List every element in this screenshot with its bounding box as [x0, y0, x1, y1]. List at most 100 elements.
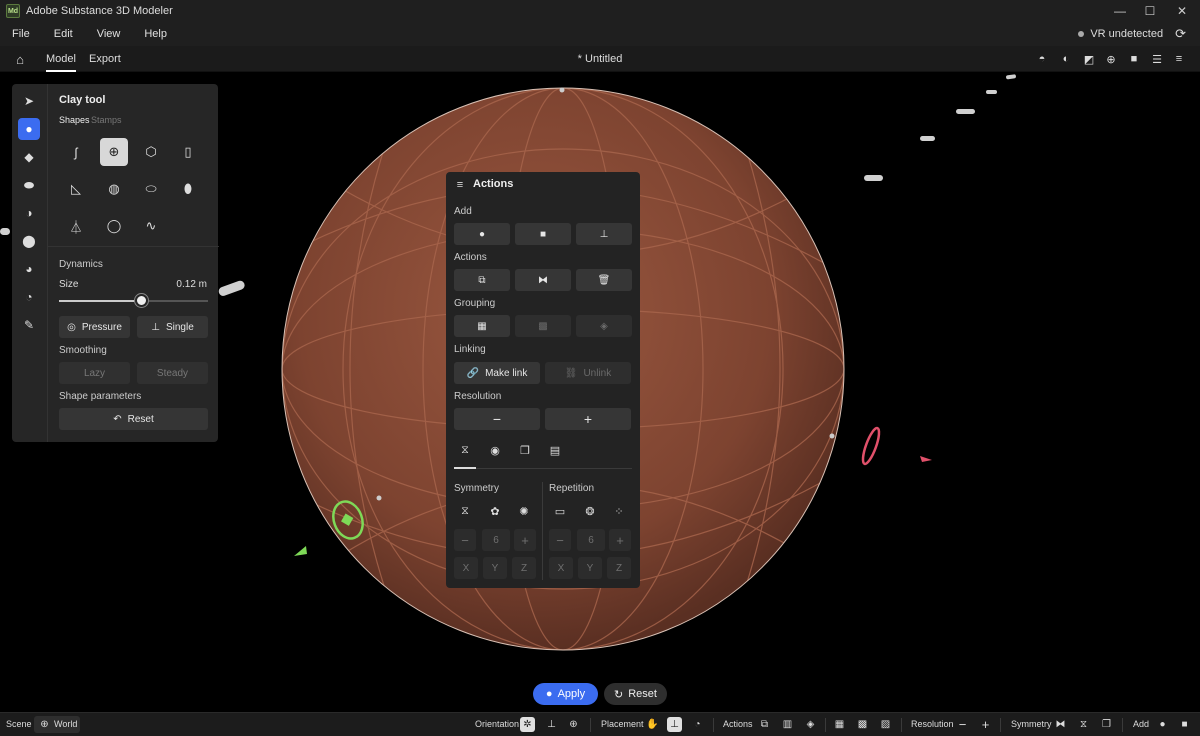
- steady-button[interactable]: Steady: [137, 362, 208, 384]
- duplicate-icon[interactable]: ⧉: [757, 717, 772, 732]
- symmetry-count-decrease[interactable]: −: [454, 529, 476, 551]
- shape-wedge-icon[interactable]: ◺: [62, 175, 90, 203]
- shape-wave-icon[interactable]: ∿: [137, 212, 165, 240]
- visibility-eye-icon[interactable]: ◉: [487, 442, 503, 458]
- resolution-minus-icon[interactable]: −: [955, 717, 970, 732]
- linear-repeat-icon[interactable]: ▭: [552, 503, 568, 519]
- shape-curve-icon[interactable]: ʃ: [62, 138, 90, 166]
- resolution-decrease-button[interactable]: −: [454, 408, 540, 430]
- smooth-tool-icon[interactable]: ⬬: [18, 174, 40, 196]
- paint-tool-icon[interactable]: ✎: [18, 314, 40, 336]
- duplicate-button[interactable]: ⧉: [454, 269, 510, 291]
- refresh-icon[interactable]: ⟳: [1175, 26, 1186, 42]
- shape-blob-icon[interactable]: ◍: [100, 175, 128, 203]
- menu-file[interactable]: File: [12, 28, 30, 40]
- paste-icon[interactable]: ▤: [547, 442, 563, 458]
- crease-tool-icon[interactable]: ◔: [18, 286, 40, 308]
- resolution-increase-button[interactable]: +: [545, 408, 631, 430]
- symmetry-toggle-icon[interactable]: ⧖: [457, 442, 473, 458]
- settings-sliders-icon[interactable]: ≡: [1172, 52, 1186, 66]
- ungroup-button[interactable]: ▩: [515, 315, 571, 337]
- tab-export[interactable]: Export: [89, 46, 121, 72]
- trash-icon[interactable]: ▥: [780, 717, 795, 732]
- layers-icon[interactable]: ◈: [803, 717, 818, 732]
- group-button[interactable]: ▦: [454, 315, 510, 337]
- shape-sphere-icon[interactable]: ⊕: [100, 138, 128, 166]
- scatter-repeat-icon[interactable]: ⁘: [611, 503, 627, 519]
- add-camera-button[interactable]: ■: [515, 223, 571, 245]
- menu-help[interactable]: Help: [144, 28, 167, 40]
- clay-tool-icon[interactable]: ●: [18, 118, 40, 140]
- gizmo-red-handle[interactable]: [860, 426, 932, 466]
- globe-icon[interactable]: ⊕: [1104, 52, 1118, 66]
- subtab-shapes[interactable]: Shapes: [59, 115, 90, 125]
- mirror-symmetry-icon[interactable]: ⧖: [457, 503, 473, 519]
- flatten-icon[interactable]: ▨: [878, 717, 893, 732]
- placement-surface-icon[interactable]: ⊥: [667, 717, 682, 732]
- split-tool-icon[interactable]: ◑: [18, 202, 40, 224]
- mirror-button[interactable]: ⧓: [515, 269, 571, 291]
- spoke-symmetry-icon[interactable]: ✺: [516, 503, 532, 519]
- render-mode-icon[interactable]: ◩: [1082, 52, 1096, 66]
- shape-cylinder-icon[interactable]: ▯: [174, 138, 202, 166]
- environment-icon[interactable]: ◓: [1035, 52, 1049, 66]
- repetition-axis-x[interactable]: X: [549, 557, 573, 579]
- maximize-icon[interactable]: ☐: [1135, 0, 1165, 22]
- subtab-stamps[interactable]: Stamps: [91, 115, 122, 125]
- select-tool-icon[interactable]: ➤: [18, 90, 40, 112]
- single-button[interactable]: ⊥ Single: [137, 316, 208, 338]
- copy-icon[interactable]: ❐: [1099, 717, 1114, 732]
- mirror-icon[interactable]: ⧓: [1053, 717, 1068, 732]
- shape-torus-icon[interactable]: ◯: [100, 212, 128, 240]
- camera-icon[interactable]: ■: [1127, 52, 1141, 66]
- minimize-icon[interactable]: —: [1105, 0, 1135, 22]
- symmetry-icon[interactable]: ⧖: [1076, 717, 1091, 732]
- repetition-axis-y[interactable]: Y: [578, 557, 602, 579]
- size-slider-thumb[interactable]: [134, 294, 148, 307]
- placement-hand-icon[interactable]: ✋: [645, 717, 660, 732]
- close-icon[interactable]: ✕: [1167, 0, 1197, 22]
- orientation-axes-icon[interactable]: ⊥: [544, 717, 559, 732]
- menu-hamburger-icon[interactable]: ≡: [452, 177, 468, 193]
- shape-egg-icon[interactable]: ⬮: [174, 175, 202, 203]
- layers-icon[interactable]: ☰: [1150, 52, 1164, 66]
- menu-view[interactable]: View: [97, 28, 121, 40]
- delete-button[interactable]: 🗑: [576, 269, 632, 291]
- symmetry-count-increase[interactable]: +: [514, 529, 536, 551]
- material-icon[interactable]: ◐: [1059, 52, 1073, 66]
- symmetry-axis-z[interactable]: Z: [512, 557, 536, 579]
- repetition-count-increase[interactable]: +: [609, 529, 631, 551]
- home-icon[interactable]: ⌂: [13, 52, 27, 67]
- shape-capsule-icon[interactable]: ⬭: [137, 175, 165, 203]
- lazy-button[interactable]: Lazy: [59, 362, 130, 384]
- symmetry-count-value[interactable]: 6: [482, 529, 510, 551]
- group-icon[interactable]: ▦: [832, 717, 847, 732]
- placement-orbit-icon[interactable]: ◔: [690, 717, 705, 732]
- camera-icon[interactable]: ■: [1177, 717, 1192, 732]
- shape-cube-icon[interactable]: ⬡: [137, 138, 165, 166]
- repetition-count-value[interactable]: 6: [577, 529, 605, 551]
- add-light-button[interactable]: ⊥: [576, 223, 632, 245]
- copy-icon[interactable]: ❐: [517, 442, 533, 458]
- symmetry-axis-y[interactable]: Y: [483, 557, 507, 579]
- shape-cone-icon[interactable]: ⏃: [62, 212, 90, 240]
- repetition-count-decrease[interactable]: −: [549, 529, 571, 551]
- radial-symmetry-icon[interactable]: ✿: [487, 503, 503, 519]
- resolution-plus-icon[interactable]: +: [978, 717, 993, 732]
- tab-model[interactable]: Model: [46, 46, 76, 72]
- reset-shape-button[interactable]: ↶ Reset: [59, 408, 208, 430]
- symmetry-axis-x[interactable]: X: [454, 557, 478, 579]
- menu-edit[interactable]: Edit: [54, 28, 73, 40]
- orientation-world-icon[interactable]: ⊕: [566, 717, 581, 732]
- flatten-button[interactable]: ◈: [576, 315, 632, 337]
- erase-tool-icon[interactable]: ◆: [18, 146, 40, 168]
- apply-button[interactable]: ● Apply: [533, 683, 598, 705]
- inflate-tool-icon[interactable]: ⬤: [18, 230, 40, 252]
- unlink-button[interactable]: ⛓ Unlink: [545, 362, 631, 384]
- orientation-local-icon[interactable]: ✲: [520, 717, 535, 732]
- reset-button[interactable]: ↻ Reset: [604, 683, 667, 705]
- size-slider-track[interactable]: [59, 294, 208, 307]
- clay-icon[interactable]: ●: [1155, 717, 1170, 732]
- move-tool-icon[interactable]: ◕: [18, 258, 40, 280]
- repetition-axis-z[interactable]: Z: [607, 557, 631, 579]
